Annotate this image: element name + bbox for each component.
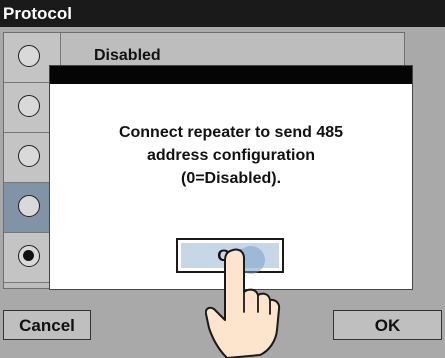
dialog-title-bar (50, 66, 412, 84)
ok-button[interactable]: OK (333, 310, 442, 340)
dialog-message-line: address configuration (146, 147, 316, 164)
radio-button[interactable] (18, 95, 40, 117)
dialog-message-line: (0=Disabled). (180, 170, 282, 187)
radio-button[interactable] (18, 45, 40, 67)
radio-button-selected[interactable] (18, 245, 40, 267)
pointing-hand-icon (205, 248, 281, 358)
radio-dot-icon (23, 250, 34, 261)
cancel-button[interactable]: Cancel (3, 310, 91, 340)
screen: Protocol Disabled Connect repeater to se… (0, 0, 445, 358)
radio-button[interactable] (18, 145, 40, 167)
list-item-label: Disabled (94, 47, 161, 64)
dialog-message: Connect repeater to send 485 address con… (50, 121, 412, 190)
window-title: Protocol (0, 0, 445, 27)
radio-button[interactable] (18, 195, 40, 217)
dialog-message-line: Connect repeater to send 485 (118, 124, 344, 141)
